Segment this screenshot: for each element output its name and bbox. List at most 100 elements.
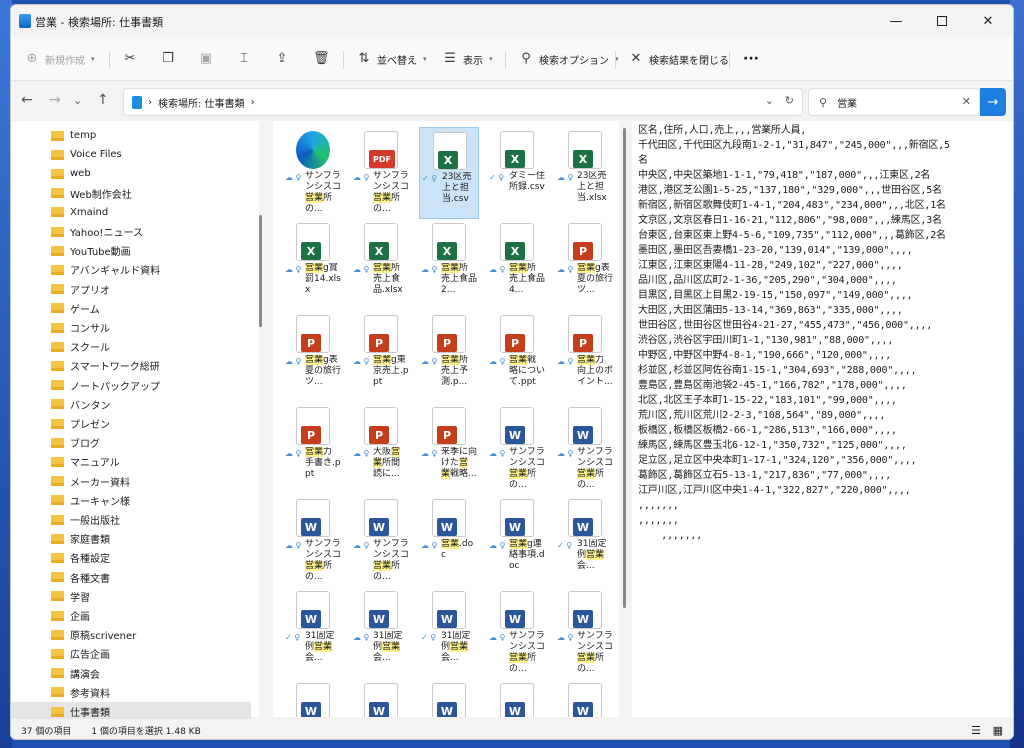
share-button[interactable]: ⇪: [275, 49, 289, 69]
sidebar-item[interactable]: プレゼン: [11, 414, 251, 433]
up-button[interactable]: ↑: [97, 92, 109, 108]
copy-button[interactable]: ❐: [161, 49, 175, 69]
address-field[interactable]: › 検索場所: 仕事書類 › ⌄ ↻: [123, 88, 803, 116]
sidebar-item[interactable]: web: [11, 164, 251, 183]
details-view-icon[interactable]: ☰: [971, 724, 981, 737]
view-button[interactable]: ☰ 表示 ▾: [443, 49, 492, 69]
sidebar-item[interactable]: 学習: [11, 587, 251, 606]
folder-icon: [51, 476, 64, 487]
file-item[interactable]: W ☁ ♀ サンフランシスコ営業所の...: [487, 403, 547, 495]
file-item[interactable]: P ☁ ♀ 営業力向上のポイント...: [555, 311, 615, 403]
sidebar-item[interactable]: 一般出版社: [11, 510, 251, 529]
sidebar-item[interactable]: ゲーム: [11, 299, 251, 318]
pdf-icon: PDF: [364, 131, 398, 169]
sidebar-item[interactable]: 各種設定: [11, 548, 251, 567]
rename-button[interactable]: ⌶: [237, 49, 251, 69]
file-item[interactable]: X ☁ ♀ 23区売上と担当.xlsx: [555, 127, 615, 219]
search-options-button[interactable]: ⚲ 検索オプション ▾: [519, 49, 618, 69]
sidebar-item[interactable]: Xmaind: [11, 203, 251, 222]
file-item[interactable]: W ☁ ♀ サンフランシスコ営業所の...: [555, 587, 615, 679]
sidebar-item[interactable]: ブログ: [11, 433, 251, 452]
more-button[interactable]: ···: [743, 49, 759, 69]
file-item[interactable]: W ✓ ♀ 31固定例営業会...: [283, 587, 343, 679]
sidebar-item[interactable]: Voice Files: [11, 145, 251, 164]
file-item[interactable]: W☁ ♀営業...: [419, 679, 479, 717]
chevron-down-icon[interactable]: ⌄: [765, 94, 774, 107]
sidebar-item-label: Yahoo!ニュース: [70, 228, 143, 239]
file-item[interactable]: W☁ ♀営業...: [487, 679, 547, 717]
sidebar-item[interactable]: アバンギャルド資料: [11, 260, 251, 279]
new-button[interactable]: ⊕ 新規作成 ▾: [25, 49, 95, 69]
sidebar-item[interactable]: 参考資料: [11, 683, 251, 702]
sidebar-item[interactable]: Web制作会社: [11, 184, 251, 203]
paste-button[interactable]: ▣: [199, 49, 213, 69]
sidebar-item[interactable]: ノートパックアップ: [11, 376, 251, 395]
file-item[interactable]: W ✓ ♀ 31固定例営業会...: [555, 495, 615, 587]
file-name: サンフランシスコ営業所の...: [509, 631, 545, 674]
file-item[interactable]: W ☁ ♀ サンフランシスコ営業所の...: [555, 403, 615, 495]
search-go-button[interactable]: →: [980, 88, 1006, 116]
recent-button[interactable]: ⌄: [73, 94, 82, 107]
file-item[interactable]: P ☁ ♀ 営業g東京売上.ppt: [351, 311, 411, 403]
sidebar-item[interactable]: 家庭書類: [11, 529, 251, 548]
file-item[interactable]: X ✓ ♀ 23区売上と担当.csv: [419, 127, 479, 219]
file-item[interactable]: W ☁ ♀ 営業g連絡事項.doc: [487, 495, 547, 587]
cut-button[interactable]: ✂: [123, 49, 137, 69]
sidebar-item[interactable]: ユーキャン様: [11, 491, 251, 510]
search-input[interactable]: ⚲ 営業 ✕: [808, 88, 980, 116]
sidebar-item[interactable]: スマートワーク総研: [11, 356, 251, 375]
file-item[interactable]: ☁ ♀ サンフランシスコ営業所の...: [283, 127, 343, 219]
forward-button[interactable]: →: [49, 92, 61, 108]
close-button[interactable]: ✕: [965, 5, 1011, 37]
file-item[interactable]: W ☁ ♀ 営業.doc: [419, 495, 479, 587]
tiles-view-icon[interactable]: ▦: [993, 724, 1003, 737]
file-item[interactable]: P ☁ ♀ 営業力手書き.ppt: [283, 403, 343, 495]
file-item[interactable]: W ☁ ♀ サンフランシスコ営業所の...: [283, 495, 343, 587]
file-item[interactable]: W☁ ♀営業...: [555, 679, 615, 717]
sidebar-item[interactable]: 広告企画: [11, 644, 251, 663]
file-item[interactable]: P ☁ ♀ 営業戦略について.ppt: [487, 311, 547, 403]
refresh-icon[interactable]: ↻: [785, 94, 794, 107]
file-item[interactable]: P ☁ ♀ 営業所売上予測.p...: [419, 311, 479, 403]
sidebar-item[interactable]: temp: [11, 126, 251, 145]
clear-search-icon[interactable]: ✕: [962, 95, 971, 108]
sidebar-item[interactable]: コンサル: [11, 318, 251, 337]
sidebar-item[interactable]: マニュアル: [11, 452, 251, 471]
sidebar-item[interactable]: 原稿scrivener: [11, 625, 251, 644]
file-item[interactable]: X ☁ ♀ 営業所売上食品.xlsx: [351, 219, 411, 311]
sidebar-item[interactable]: 企画: [11, 606, 251, 625]
file-item[interactable]: W ✓ ♀ 31固定例営業会...: [419, 587, 479, 679]
file-item[interactable]: W☁ ♀営業...: [351, 679, 411, 717]
file-item[interactable]: P ☁ ♀ 来季に向けた営業戦略...: [419, 403, 479, 495]
sidebar-item[interactable]: メーカー資料: [11, 472, 251, 491]
sidebar-item[interactable]: アプリオ: [11, 280, 251, 299]
search-options-label: 検索オプション: [539, 55, 609, 67]
sidebar-item[interactable]: Yahoo!ニュース: [11, 222, 251, 241]
sidebar-item[interactable]: YouTube動画: [11, 241, 251, 260]
close-search-button[interactable]: ✕ 検索結果を閉じる: [629, 49, 729, 69]
file-item[interactable]: P ☁ ♀ 営業g表夏の旅行ツ...: [555, 219, 615, 311]
file-list-scrollbar[interactable]: [623, 128, 626, 608]
file-item[interactable]: W ☁ ♀ サンフランシスコ営業所の...: [487, 587, 547, 679]
file-item[interactable]: W☁ ♀営業...: [283, 679, 343, 717]
file-item[interactable]: W ☁ ♀ 31固定例営業会...: [351, 587, 411, 679]
sidebar-item[interactable]: 講演会: [11, 664, 251, 683]
file-item[interactable]: PDF ☁ ♀ サンフランシスコ営業所の...: [351, 127, 411, 219]
file-item[interactable]: W ☁ ♀ サンフランシスコ営業所の...: [351, 495, 411, 587]
file-item[interactable]: P ☁ ♀ 営業g表夏の旅行ツ...: [283, 311, 343, 403]
minimize-button[interactable]: —: [873, 5, 919, 37]
file-item[interactable]: X ☁ ♀ 営業g賞罰14.xlsx: [283, 219, 343, 311]
sort-button[interactable]: ⇅ 並べ替え ▾: [357, 49, 427, 69]
sidebar-item[interactable]: バンタン: [11, 395, 251, 414]
file-item[interactable]: P ☁ ♀ 大阪営業所間読に...: [351, 403, 411, 495]
back-button[interactable]: ←: [21, 92, 33, 108]
delete-button[interactable]: 🗑: [313, 49, 330, 69]
sidebar-item[interactable]: スクール: [11, 337, 251, 356]
maximize-button[interactable]: [919, 5, 965, 37]
file-item[interactable]: X ✓ ♀ ダミー住所録.csv: [487, 127, 547, 219]
file-item[interactable]: X ☁ ♀ 営業所売上食品4...: [487, 219, 547, 311]
sidebar-scrollbar[interactable]: [259, 215, 262, 327]
sidebar-item-label: ブログ: [70, 439, 100, 451]
file-item[interactable]: X ☁ ♀ 営業所売上食品2...: [419, 219, 479, 311]
sidebar-item[interactable]: 各種文書: [11, 568, 251, 587]
